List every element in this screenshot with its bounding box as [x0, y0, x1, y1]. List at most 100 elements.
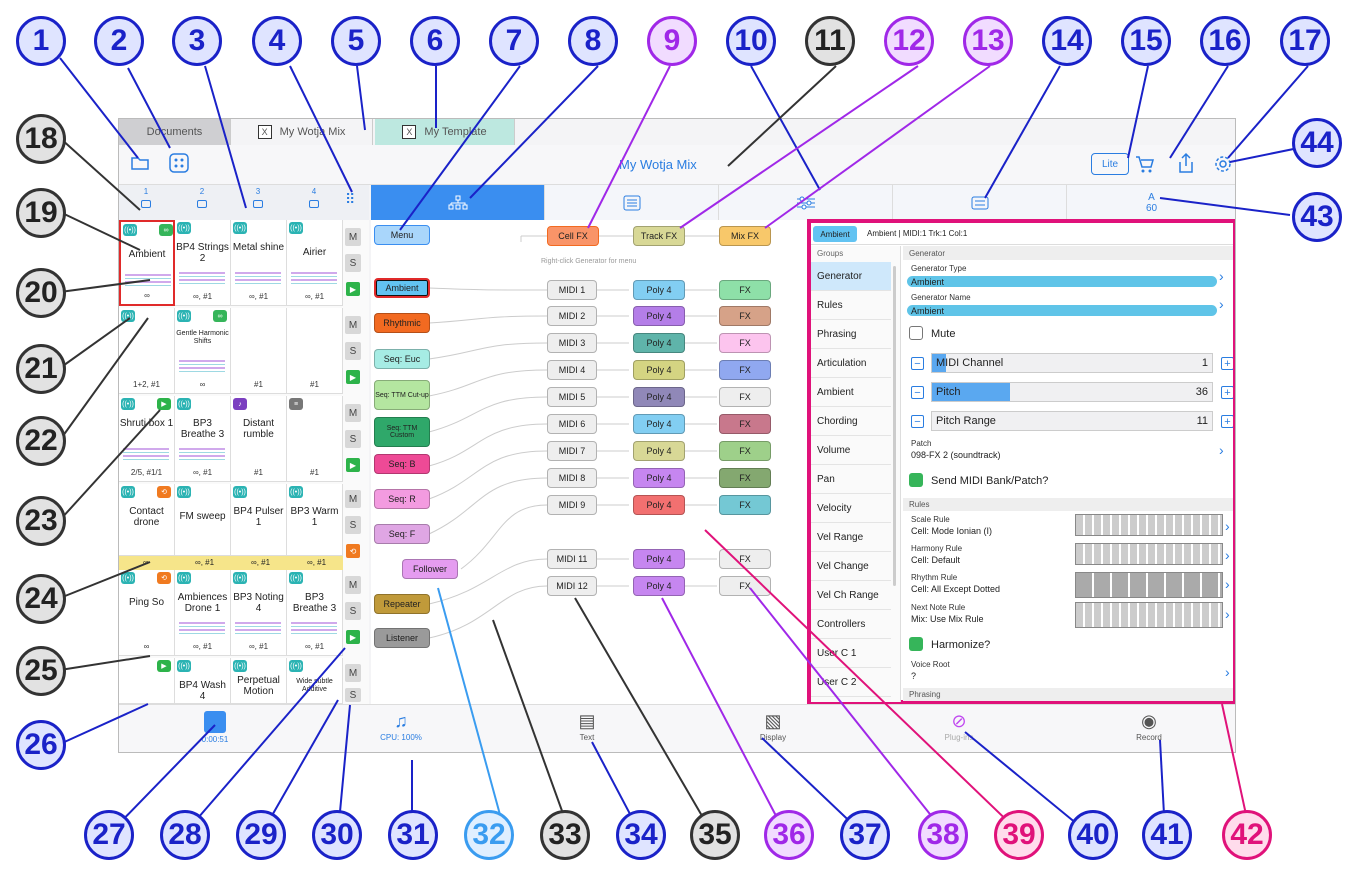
- group-item-phrasing[interactable]: Phrasing: [811, 320, 891, 349]
- voice-node[interactable]: Poly 4: [633, 495, 685, 515]
- midi-node[interactable]: MIDI 4: [547, 360, 597, 380]
- fx-node[interactable]: FX: [719, 280, 771, 300]
- generator-node[interactable]: Seq: R: [374, 489, 430, 509]
- group-item-rules[interactable]: Rules: [811, 291, 891, 320]
- column-header-2[interactable]: 2: [197, 187, 207, 208]
- solo-button[interactable]: S: [345, 342, 361, 360]
- fx-node[interactable]: FX: [719, 576, 771, 596]
- pitch-range-decrement[interactable]: −: [911, 415, 924, 428]
- next-note-rule-grid[interactable]: [1075, 602, 1223, 628]
- mute-button[interactable]: M: [345, 576, 361, 594]
- chevron-right-icon[interactable]: ›: [1225, 518, 1230, 534]
- cell-tile[interactable]: ((•)) BP3 Breathe 3 ∞, #1: [175, 396, 231, 482]
- cell-tile[interactable]: #1: [231, 308, 287, 394]
- midi-node[interactable]: MIDI 2: [547, 306, 597, 326]
- generator-node[interactable]: Seq: F: [374, 524, 430, 544]
- fx-node[interactable]: FX: [719, 468, 771, 488]
- cell-tile[interactable]: ((•)) ⟲ Contact drone: [119, 484, 175, 556]
- voice-node[interactable]: Poly 4: [633, 360, 685, 380]
- solo-button[interactable]: S: [345, 254, 361, 272]
- midi-node[interactable]: MIDI 12: [547, 576, 597, 596]
- rhythm-rule-grid[interactable]: [1075, 572, 1223, 598]
- chevron-right-icon[interactable]: ›: [1219, 296, 1224, 312]
- cell-tile[interactable]: ((•)) ▶ Shruti box 1 2/5, #1/1: [119, 396, 175, 482]
- mixer-view-tab[interactable]: [719, 185, 893, 220]
- play-track-button[interactable]: ▶: [346, 458, 360, 472]
- generator-menu-button[interactable]: Menu: [374, 225, 430, 245]
- chevron-right-icon[interactable]: ›: [1225, 606, 1230, 622]
- pitch-slider[interactable]: Pitch 36: [931, 382, 1213, 402]
- group-item-generator[interactable]: Generator: [811, 262, 891, 291]
- cell-tile[interactable]: ((•)) Ambiences Drone 1 ∞, #1: [175, 570, 231, 656]
- generator-name-value[interactable]: Ambient: [907, 305, 1217, 316]
- cell-tile[interactable]: ((•)) BP3 Warm 1: [287, 484, 343, 556]
- voice-node[interactable]: Poly 4: [633, 468, 685, 488]
- fx-node[interactable]: FX: [719, 549, 771, 569]
- mute-button[interactable]: M: [345, 490, 361, 508]
- group-item-controllers[interactable]: Controllers: [811, 610, 891, 639]
- settings-gear-icon[interactable]: [1213, 154, 1233, 179]
- voice-node[interactable]: Poly 4: [633, 576, 685, 596]
- scale-rule-value[interactable]: Cell: Mode Ionian (I): [911, 526, 992, 536]
- play-track-button[interactable]: ▶: [346, 370, 360, 384]
- voice-node[interactable]: Poly 4: [633, 280, 685, 300]
- cart-icon[interactable]: [1135, 154, 1155, 179]
- share-icon[interactable]: [1177, 152, 1195, 179]
- cell-tile[interactable]: ♪ Distant rumble #1: [231, 396, 287, 482]
- unlock-icon[interactable]: [253, 200, 263, 208]
- scale-rule-grid[interactable]: [1075, 514, 1223, 536]
- pitch-decrement[interactable]: −: [911, 386, 924, 399]
- track-fx-node[interactable]: Track FX: [633, 226, 685, 246]
- cell-tile[interactable]: ((•)) 1+2, #1: [119, 308, 175, 394]
- voice-node[interactable]: Poly 4: [633, 333, 685, 353]
- voice-node[interactable]: Poly 4: [633, 441, 685, 461]
- unlock-icon[interactable]: [309, 200, 319, 208]
- list-view-tab[interactable]: [893, 185, 1067, 220]
- solo-button[interactable]: S: [345, 688, 361, 702]
- group-item-volume[interactable]: Volume: [811, 436, 891, 465]
- group-item-articulation[interactable]: Articulation: [811, 349, 891, 378]
- midi-node[interactable]: MIDI 8: [547, 468, 597, 488]
- tab-my-template[interactable]: X My Template: [375, 119, 515, 145]
- midi-node[interactable]: MIDI 3: [547, 333, 597, 353]
- generator-node[interactable]: Seq: TTM Cut-up: [374, 380, 430, 410]
- midi-node[interactable]: MIDI 9: [547, 495, 597, 515]
- send-midi-checkbox[interactable]: [909, 473, 923, 487]
- midi-channel-decrement[interactable]: −: [911, 357, 924, 370]
- group-item-ambient[interactable]: Ambient: [811, 378, 891, 407]
- cell-tile[interactable]: ((•)) BP4 Pulser 1: [231, 484, 287, 556]
- voice-root-value[interactable]: ?: [911, 671, 916, 681]
- tab-my-wotja-mix[interactable]: X My Wotja Mix: [231, 119, 373, 145]
- generator-type-value[interactable]: Ambient: [907, 276, 1217, 287]
- group-item-vel-ch-range[interactable]: Vel Ch Range: [811, 581, 891, 610]
- midi-channel-increment[interactable]: +: [1221, 357, 1233, 370]
- play-track-button[interactable]: ▶: [346, 282, 360, 296]
- midi-node[interactable]: MIDI 6: [547, 414, 597, 434]
- cell-tile[interactable]: ((•)) Metal shine ∞, #1: [231, 220, 287, 306]
- fx-node[interactable]: FX: [719, 306, 771, 326]
- text-button[interactable]: ▤ Text: [547, 705, 627, 752]
- cell-tile[interactable]: #1: [287, 308, 343, 394]
- lite-button[interactable]: Lite: [1091, 153, 1129, 175]
- group-item-user-c2[interactable]: User C 2: [811, 668, 891, 697]
- network-view-tab[interactable]: [371, 185, 545, 220]
- voice-node[interactable]: Poly 4: [633, 387, 685, 407]
- fx-node[interactable]: FX: [719, 441, 771, 461]
- cell-tile[interactable]: ((•)) ∞ Gentle Harmonic Shifts ∞: [175, 308, 231, 394]
- mix-fx-node[interactable]: Mix FX: [719, 226, 771, 246]
- tab-close-button[interactable]: X: [402, 125, 417, 139]
- chevron-right-icon[interactable]: ›: [1219, 268, 1224, 284]
- grid-view-icon[interactable]: [169, 153, 189, 178]
- midi-node[interactable]: MIDI 5: [547, 387, 597, 407]
- cell-tile[interactable]: ((•)) Airier ∞, #1: [287, 220, 343, 306]
- mixer-level-tab[interactable]: A 60: [1067, 185, 1235, 220]
- column-header-3[interactable]: 3: [253, 187, 263, 208]
- harmony-rule-value[interactable]: Cell: Default: [911, 555, 960, 565]
- cell-tile[interactable]: ((•)) Perpetual Motion: [231, 658, 287, 704]
- harmonize-checkbox[interactable]: [909, 637, 923, 651]
- chevron-right-icon[interactable]: ›: [1225, 664, 1230, 680]
- fx-node[interactable]: FX: [719, 360, 771, 380]
- chevron-right-icon[interactable]: ›: [1219, 442, 1224, 458]
- unlock-icon[interactable]: [197, 200, 207, 208]
- pitch-range-slider[interactable]: Pitch Range 11: [931, 411, 1213, 431]
